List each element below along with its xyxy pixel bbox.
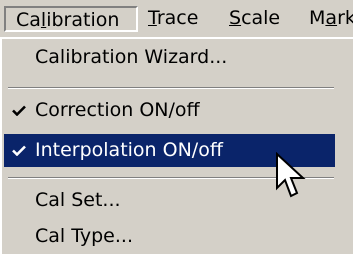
- menu-item-interpolation-label: Interpolation ON/off: [35, 139, 223, 161]
- menu-trace[interactable]: Trace: [148, 6, 198, 32]
- menu-calibration-label-pre: Ca: [16, 9, 41, 31]
- menu-trace-accel: T: [148, 7, 157, 29]
- menu-marker-label-post: rk: [337, 7, 353, 29]
- menu-item-cal-set-label: Cal Set...: [35, 189, 121, 211]
- check-icon: [12, 134, 30, 167]
- calibration-dropdown-menu: Calibration Wizard... Correction ON/off …: [0, 37, 353, 254]
- menu-scale[interactable]: Scale: [229, 6, 280, 32]
- menu-calibration-label: Calibration: [16, 8, 119, 32]
- menu-scale-label: Scale: [229, 6, 280, 30]
- menu-item-calibration-wizard-label: Calibration Wizard...: [35, 46, 228, 68]
- menu-scale-label-post: cale: [241, 7, 281, 29]
- menu-calibration[interactable]: Calibration: [4, 6, 138, 32]
- menu-item-correction-label: Correction ON/off: [35, 99, 200, 121]
- menu-marker-accel: a: [325, 7, 338, 29]
- menu-item-correction[interactable]: Correction ON/off: [4, 94, 335, 127]
- menu-calibration-label-post: ibration: [46, 9, 120, 31]
- menu-scale-accel: S: [229, 7, 242, 29]
- menu-marker-label: Mark: [309, 6, 353, 30]
- check-icon: [12, 94, 30, 127]
- menu-trace-label-post: race: [156, 7, 199, 29]
- menu-item-cal-type[interactable]: Cal Type...: [4, 220, 335, 253]
- menu-marker[interactable]: Mark: [309, 6, 353, 32]
- menu-item-calibration-wizard[interactable]: Calibration Wizard...: [4, 41, 335, 74]
- menu-marker-label-pre: M: [309, 7, 326, 29]
- mouse-pointer-icon: [276, 152, 306, 198]
- menu-item-cal-type-label: Cal Type...: [35, 225, 133, 247]
- menu-bar: Calibration Trace Scale Mark: [0, 0, 353, 37]
- menu-separator: [8, 87, 334, 89]
- menu-trace-label: Trace: [148, 6, 198, 30]
